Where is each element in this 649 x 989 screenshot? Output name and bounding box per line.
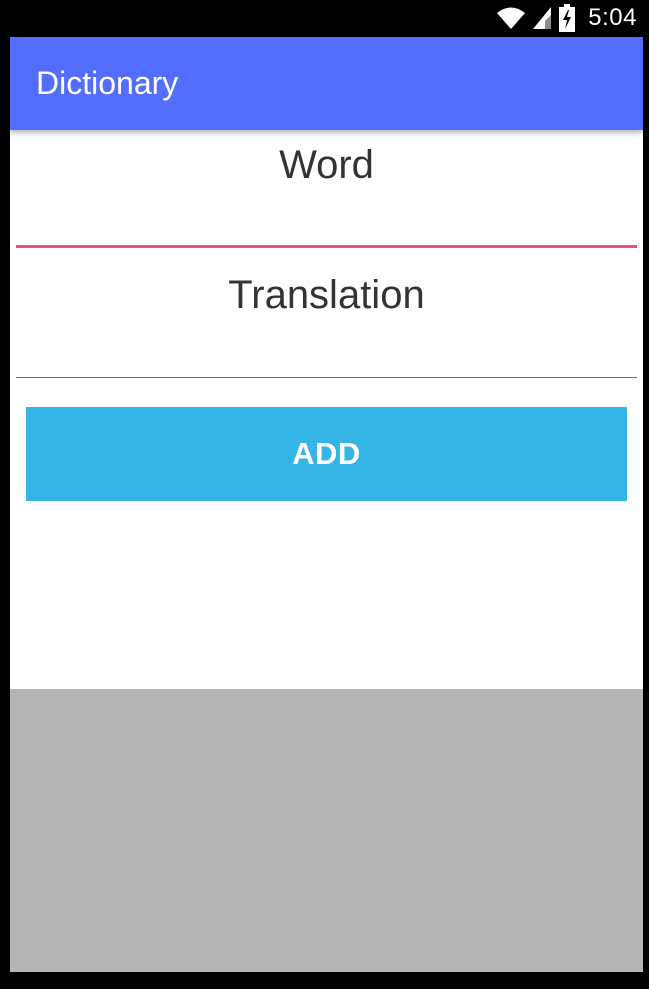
add-button[interactable]: ADD xyxy=(26,407,627,501)
battery-charging-icon xyxy=(559,4,576,32)
word-input-underline xyxy=(16,245,637,248)
app-title: Dictionary xyxy=(36,65,179,101)
app-bar: Dictionary xyxy=(10,37,643,130)
status-time: 5:04 xyxy=(588,4,637,31)
status-icons: 5:04 xyxy=(496,3,637,33)
app-screen: Dictionary ADD xyxy=(10,37,643,972)
status-bar: 5:04 xyxy=(0,0,649,37)
keyboard-placeholder-panel xyxy=(10,689,643,972)
device-frame: 5:04 Dictionary ADD xyxy=(0,0,649,989)
translation-input-underline xyxy=(16,377,637,378)
word-field-container xyxy=(16,137,637,248)
signal-icon xyxy=(533,7,552,29)
translation-input[interactable] xyxy=(16,267,637,378)
word-input[interactable] xyxy=(16,137,637,248)
wifi-icon xyxy=(497,7,526,29)
translation-field-container xyxy=(16,267,637,378)
